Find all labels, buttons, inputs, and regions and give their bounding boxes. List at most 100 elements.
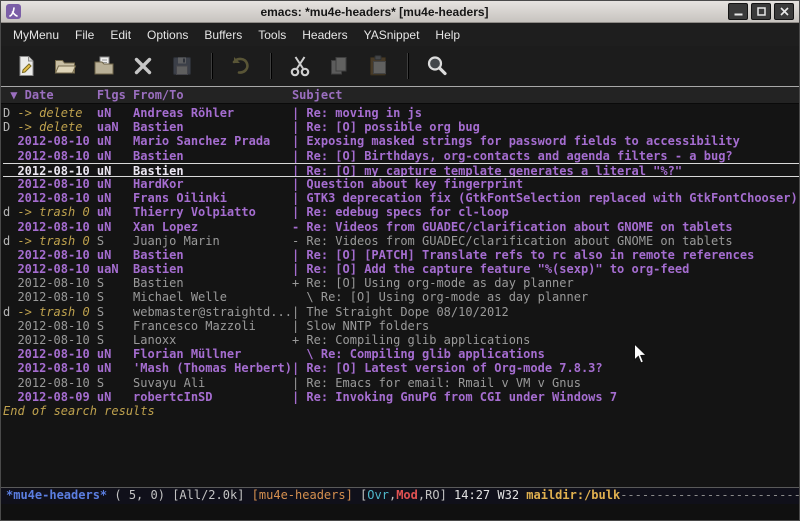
toolbar-separator: [270, 53, 271, 79]
column-header-flags[interactable]: Flgs: [97, 87, 133, 103]
message-row[interactable]: 2012-08-10SLanoxx+ Re: Compiling glib ap…: [3, 333, 799, 347]
menu-item-headers[interactable]: Headers: [294, 25, 355, 45]
mark-char: [3, 220, 17, 234]
message-date: 2012-08-10: [17, 191, 96, 205]
menu-item-options[interactable]: Options: [139, 25, 196, 45]
message-flags: S: [97, 376, 133, 390]
message-row[interactable]: 2012-08-10uNFlorian Müllner \ Re: Compil…: [3, 347, 799, 361]
menu-item-file[interactable]: File: [67, 25, 102, 45]
menu-item-edit[interactable]: Edit: [102, 25, 139, 45]
message-row[interactable]: 2012-08-10SSuvayu Ali| Re: Emacs for ema…: [3, 376, 799, 390]
search-button[interactable]: [422, 51, 452, 81]
cut-icon: [288, 54, 312, 78]
message-subject: | Re: Invoking GnuPG from CGI under Wind…: [292, 390, 799, 404]
message-row[interactable]: d-> trash 0SJuanjo Marin- Re: Videos fro…: [3, 234, 799, 248]
message-subject: | Re: [O] Add the capture feature "%(sex…: [292, 262, 799, 276]
column-header-from[interactable]: From/To: [133, 87, 292, 103]
message-subject: \ Re: Compiling glib applications: [292, 347, 799, 361]
message-date: 2012-08-10: [17, 347, 96, 361]
message-date: 2012-08-10: [17, 290, 96, 304]
message-subject: | Re: [O] Latest version of Org-mode 7.8…: [292, 361, 799, 375]
copy-button: [324, 51, 354, 81]
menu-item-tools[interactable]: Tools: [250, 25, 294, 45]
emacs-app-icon: [6, 4, 21, 19]
menu-item-mymenu[interactable]: MyMenu: [5, 25, 67, 45]
open-file-button[interactable]: [50, 51, 80, 81]
minimize-button[interactable]: [728, 3, 748, 20]
message-subject: | Re: [O] [PATCH] Translate refs to rc a…: [292, 248, 799, 262]
message-from: Suvayu Ali: [133, 376, 292, 390]
message-row[interactable]: d-> trash 0uNThierry Volpiatto| Re: edeb…: [3, 205, 799, 219]
modeline-segment: ----------------------------------------…: [620, 488, 799, 502]
modeline-segment: maildir:/bulk: [526, 488, 620, 502]
mark-char: [3, 361, 17, 375]
message-row[interactable]: 2012-08-10uNBastien| Re: [O] [PATCH] Tra…: [3, 248, 799, 262]
message-subject: | Re: [O] my capture template generates …: [292, 164, 799, 176]
message-row[interactable]: 2012-08-09uNrobertcInSD| Re: Invoking Gn…: [3, 390, 799, 404]
mark-char: d: [3, 234, 17, 248]
message-from: robertcInSD: [133, 390, 292, 404]
save-buffer-button: [167, 51, 197, 81]
minimize-icon: [734, 7, 743, 16]
mark-char: [3, 164, 17, 176]
close-icon: [780, 7, 789, 16]
message-from: Xan Lopez: [133, 220, 292, 234]
message-flags: uN: [97, 149, 133, 163]
message-row[interactable]: D-> deleteuaNBastien| Re: [O] possible o…: [3, 120, 799, 134]
menu-item-buffers[interactable]: Buffers: [196, 25, 250, 45]
message-date: 2012-08-10: [17, 164, 96, 176]
headers-buffer: D-> deleteuNAndreas Röhler| Re: moving i…: [1, 104, 799, 487]
message-row[interactable]: 2012-08-10uN'Mash (Thomas Herbert)| Re: …: [3, 361, 799, 375]
message-date: 2012-08-10: [17, 149, 96, 163]
message-flags: uN: [97, 248, 133, 262]
message-row[interactable]: 2012-08-10SBastien+ Re: [O] Using org-mo…: [3, 276, 799, 290]
message-row[interactable]: 2012-08-10uaNBastien| Re: [O] Add the ca…: [3, 262, 799, 276]
new-file-button[interactable]: [11, 51, 41, 81]
message-row[interactable]: 2012-08-10uNMario Sanchez Prada| Exposin…: [3, 134, 799, 148]
message-flags: uN: [97, 164, 133, 176]
dired-button[interactable]: [89, 51, 119, 81]
menu-item-yasnippet[interactable]: YASnippet: [356, 25, 428, 45]
message-row[interactable]: 2012-08-10uNBastien| Re: [O] my capture …: [3, 163, 799, 177]
message-from: Bastien: [133, 248, 292, 262]
message-row[interactable]: 2012-08-10uNBastien| Re: [O] Birthdays, …: [3, 149, 799, 163]
message-row[interactable]: 2012-08-10uNFrans Oilinki| GTK3 deprecat…: [3, 191, 799, 205]
modeline-segment: Mod: [396, 488, 418, 502]
mark-char: [3, 290, 17, 304]
message-row[interactable]: D-> deleteuNAndreas Röhler| Re: moving i…: [3, 106, 799, 120]
mark-char: d: [3, 305, 17, 319]
maximize-button[interactable]: [751, 3, 771, 20]
mark-action: -> trash 0: [17, 234, 96, 248]
window-controls: [728, 3, 794, 20]
message-from: Andreas Röhler: [133, 106, 292, 120]
message-flags: uN: [97, 220, 133, 234]
mode-line[interactable]: *mu4e-headers* ( 5, 0) [All/2.0k] [mu4e-…: [1, 487, 799, 504]
message-flags: uaN: [97, 262, 133, 276]
message-row[interactable]: d-> trash 0Swebmaster@straightd...| The …: [3, 305, 799, 319]
message-from: Bastien: [133, 276, 292, 290]
message-row[interactable]: 2012-08-10uNXan Lopez- Re: Videos from G…: [3, 220, 799, 234]
message-row[interactable]: 2012-08-10SMichael Welle \ Re: [O] Using…: [3, 290, 799, 304]
modeline-segment: 14:27 W32: [454, 488, 526, 502]
message-row[interactable]: 2012-08-10uNHardKor| Question about key …: [3, 177, 799, 191]
titlebar[interactable]: emacs: *mu4e-headers* [mu4e-headers]: [1, 1, 799, 23]
message-from: Juanjo Marin: [133, 234, 292, 248]
column-header-date[interactable]: ▼ Date: [3, 87, 97, 103]
column-header-subject[interactable]: Subject: [292, 87, 799, 103]
mark-char: [3, 347, 17, 361]
message-subject: - Re: Videos from GUADEC/clarification a…: [292, 234, 799, 248]
mark-action: -> delete: [17, 120, 96, 134]
message-from: webmaster@straightd...: [133, 305, 292, 319]
undo-button: [226, 51, 256, 81]
end-of-results-text: End of search results: [3, 404, 799, 418]
message-date: 2012-08-10: [17, 177, 96, 191]
message-subject: | Re: Emacs for email: Rmail v VM v Gnus: [292, 376, 799, 390]
menu-item-help[interactable]: Help: [427, 25, 468, 45]
close-button[interactable]: [774, 3, 794, 20]
mark-char: [3, 376, 17, 390]
kill-buffer-button[interactable]: [128, 51, 158, 81]
message-date: 2012-08-10: [17, 361, 96, 375]
message-subject: | Exposing masked strings for password f…: [292, 134, 799, 148]
cut-button[interactable]: [285, 51, 315, 81]
message-row[interactable]: 2012-08-10SFrancesco Mazzoli| Slow NNTP …: [3, 319, 799, 333]
